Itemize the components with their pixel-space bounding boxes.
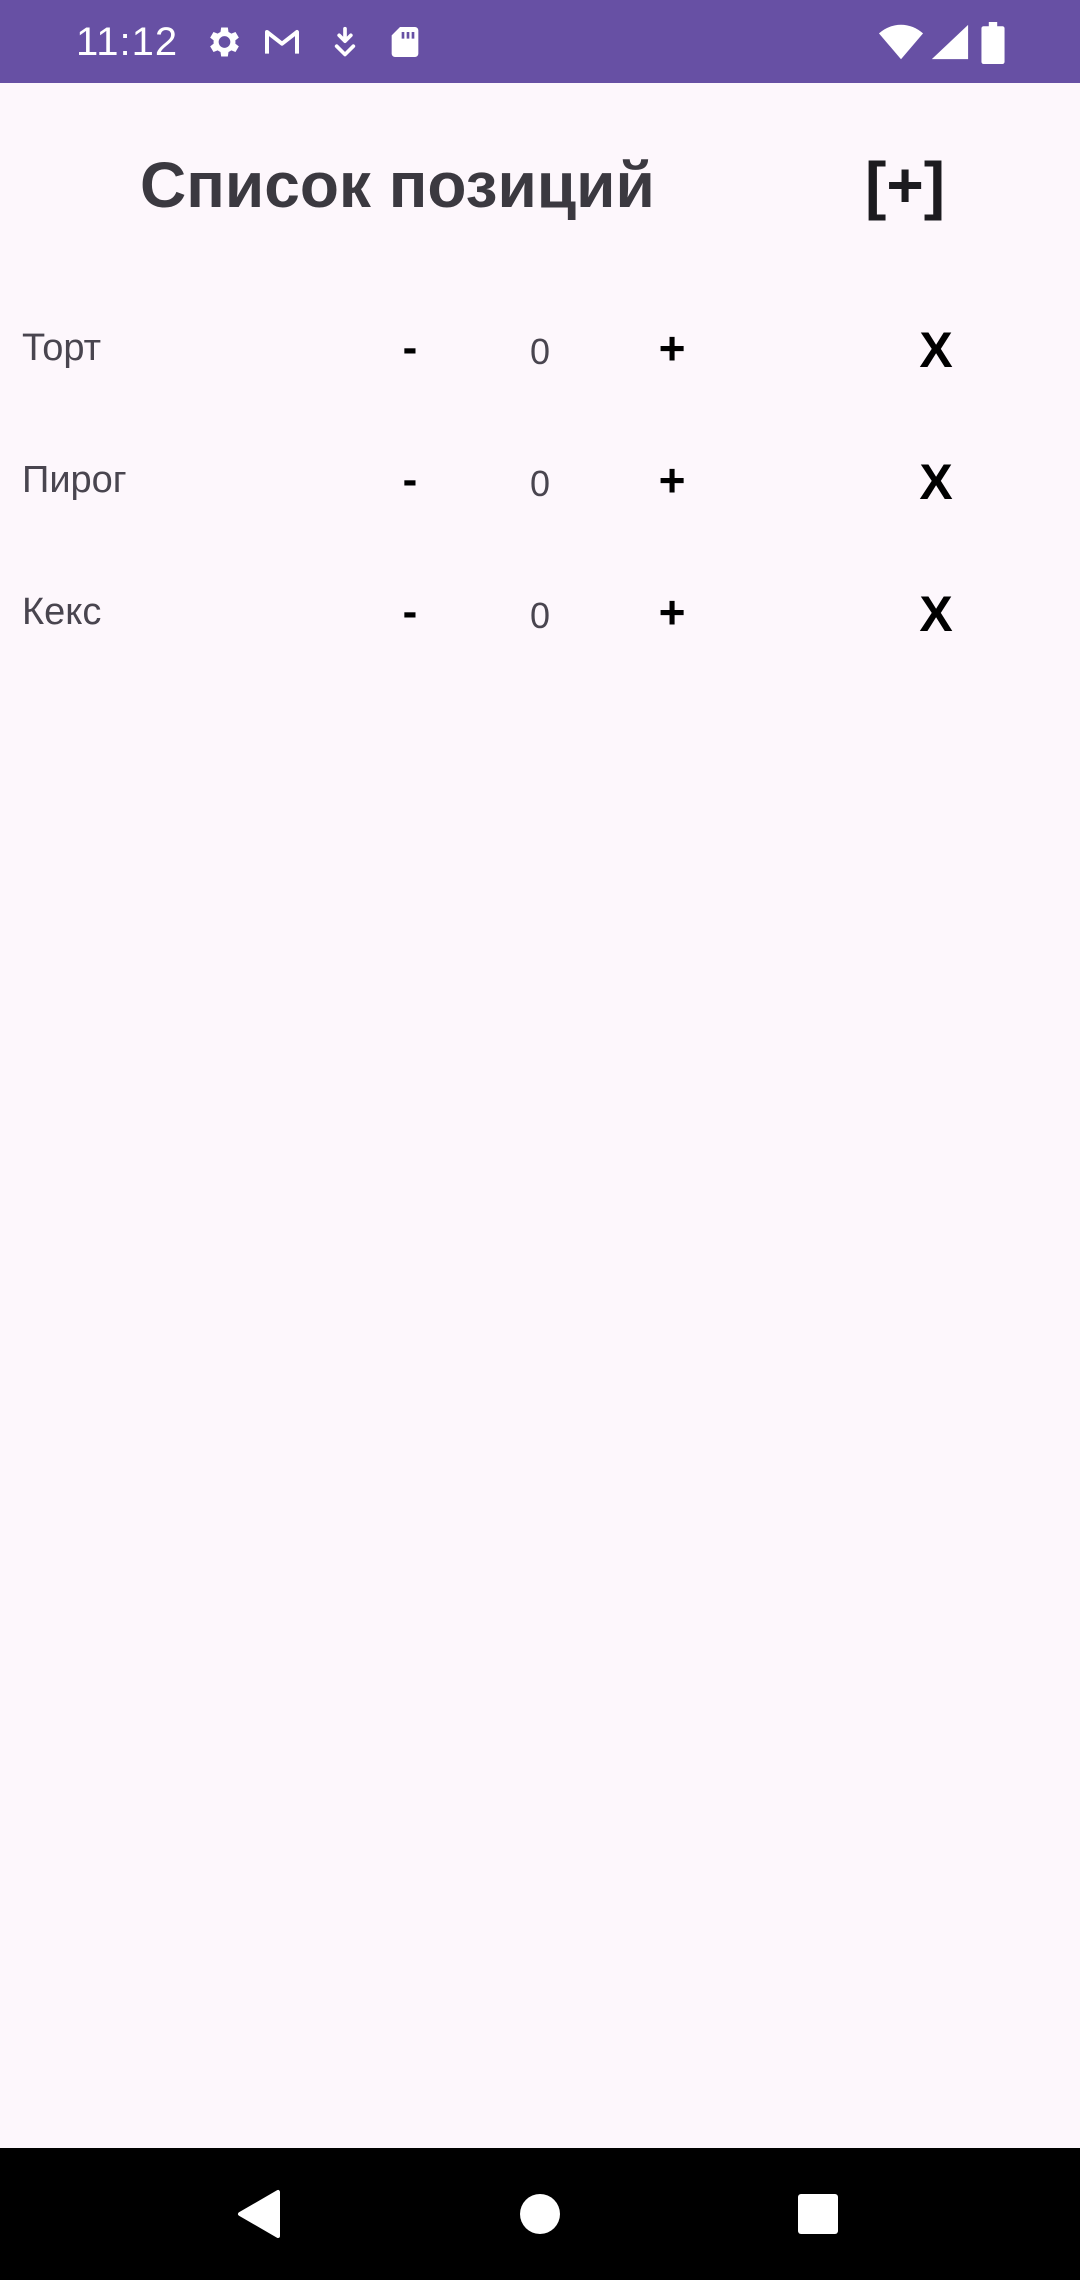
recents-button[interactable] (778, 2174, 858, 2254)
list-item: Торт - 0 + X (0, 300, 1080, 400)
wifi-icon (878, 24, 924, 60)
gear-icon (210, 27, 239, 57)
sd-card-icon (391, 27, 419, 57)
item-quantity: 0 (529, 463, 551, 504)
delete-button[interactable]: X (900, 450, 972, 514)
list-item: Пирог - 0 + X (0, 432, 1080, 532)
status-bar: 11:12 (0, 0, 1080, 83)
delete-button[interactable]: X (900, 318, 972, 382)
page-title: Список позиций (140, 149, 655, 221)
increment-button[interactable]: + (642, 582, 702, 642)
item-quantity: 0 (529, 331, 551, 372)
item-name: Кекс (22, 591, 102, 633)
decrement-button[interactable]: - (380, 582, 440, 642)
item-name: Торт (22, 327, 102, 369)
gmail-icon (265, 30, 299, 54)
decrement-button[interactable]: - (380, 450, 440, 510)
navigation-bar (0, 2148, 1080, 2280)
home-icon (520, 2194, 560, 2234)
status-time: 11:12 (76, 20, 179, 64)
add-item-button[interactable]: [+] (860, 145, 950, 225)
list-item: Кекс - 0 + X (0, 564, 1080, 664)
increment-button[interactable]: + (642, 318, 702, 378)
delete-button[interactable]: X (900, 582, 972, 646)
download-icon (334, 26, 356, 57)
back-icon (238, 2190, 280, 2238)
decrement-button[interactable]: - (380, 318, 440, 378)
home-button[interactable] (500, 2174, 580, 2254)
recents-icon (798, 2194, 838, 2234)
back-button[interactable] (220, 2174, 300, 2254)
signal-icon (931, 24, 969, 60)
item-quantity: 0 (529, 595, 551, 636)
item-name: Пирог (22, 459, 127, 501)
increment-button[interactable]: + (642, 450, 702, 510)
battery-icon (981, 22, 1005, 64)
